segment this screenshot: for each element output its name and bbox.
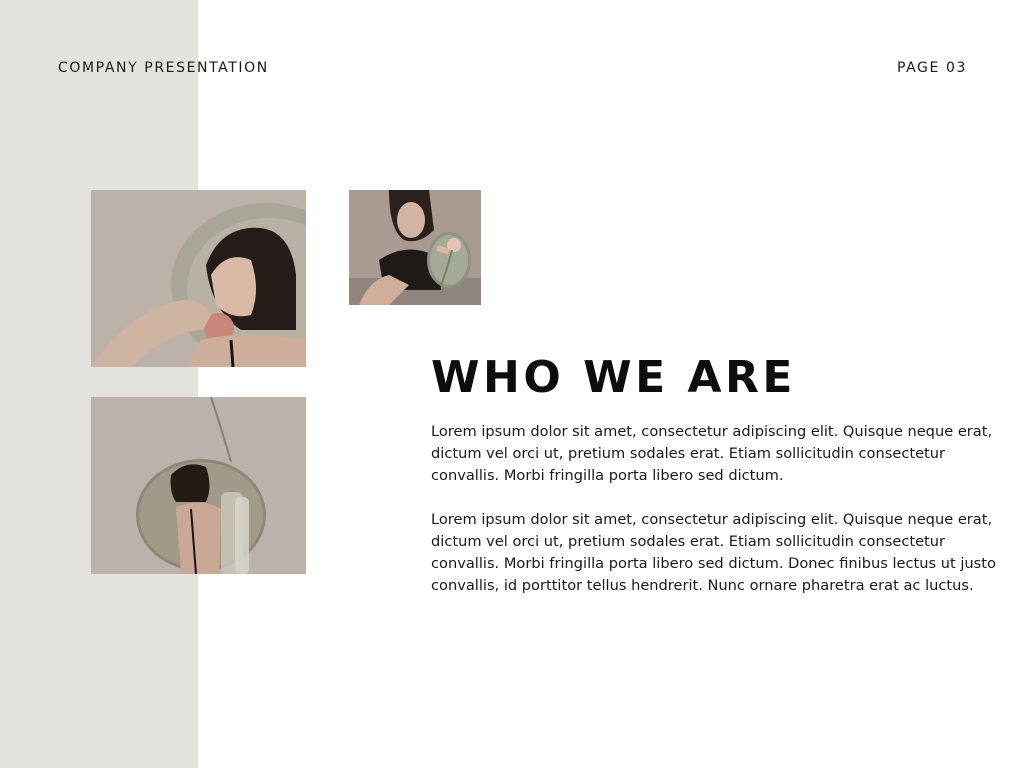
body-text: Lorem ipsum dolor sit amet, consectetur … xyxy=(431,421,997,619)
presentation-label: COMPANY PRESENTATION xyxy=(58,60,269,76)
woman-with-mirror-and-apple-photo xyxy=(91,190,306,367)
paragraph-2: Lorem ipsum dolor sit amet, consectetur … xyxy=(431,511,996,594)
side-color-band xyxy=(0,0,198,768)
presentation-slide: COMPANY PRESENTATION PAGE 03 WHO WE ARE … xyxy=(0,0,1024,768)
page-number: PAGE 03 xyxy=(896,60,967,76)
woman-reflected-in-round-mirror-photo xyxy=(91,397,306,574)
woman-holding-mirror-with-flowers-photo xyxy=(349,190,481,305)
section-title: WHO WE ARE xyxy=(431,352,796,403)
paragraph-1: Lorem ipsum dolor sit amet, consectetur … xyxy=(431,423,993,484)
